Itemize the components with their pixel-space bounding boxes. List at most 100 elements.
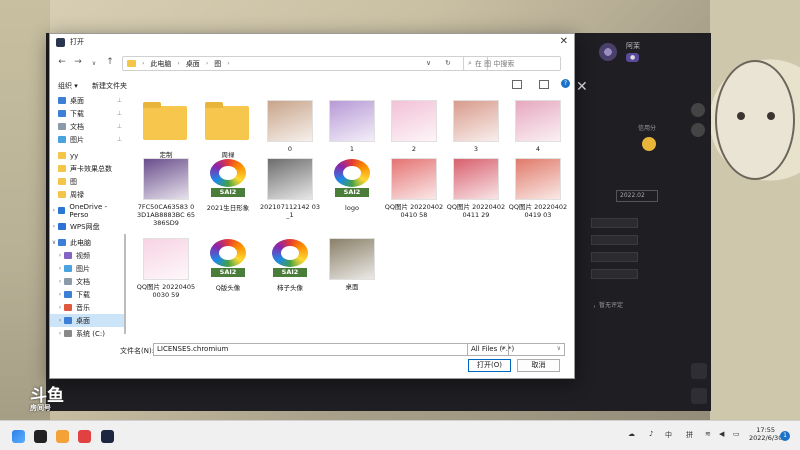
file-item[interactable]: 1 bbox=[322, 100, 382, 153]
date-dropdown[interactable]: 2022.02 bbox=[616, 190, 658, 202]
sidebar-item[interactable]: › 视频 bbox=[50, 249, 126, 262]
refresh-icon[interactable] bbox=[691, 363, 707, 379]
chevron-icon[interactable]: › bbox=[56, 304, 64, 311]
chevron-icon[interactable]: › bbox=[56, 278, 64, 285]
sidebar-item[interactable]: 周禄 bbox=[50, 188, 126, 201]
chat-icon[interactable] bbox=[691, 388, 707, 404]
chevron-icon[interactable]: › bbox=[56, 291, 64, 298]
forward-arrow-icon[interactable]: → bbox=[72, 57, 84, 67]
address-bar[interactable]: › 此电脑 › 桌面 › 图 › ∨ ↻ bbox=[122, 56, 488, 71]
file-item[interactable]: 2 bbox=[384, 100, 444, 153]
chevron-icon[interactable]: › bbox=[50, 207, 58, 214]
new-folder-button[interactable]: 新建文件夹 bbox=[92, 81, 127, 91]
user-avatar[interactable] bbox=[599, 43, 617, 61]
sidebar-item[interactable]: 下载 ⊥ bbox=[50, 107, 126, 120]
search-input[interactable]: ⌕ 在 图 中搜索 bbox=[463, 56, 561, 71]
dialog-titlebar[interactable]: 打开 ✕ bbox=[50, 34, 574, 50]
taskbar-app-icon[interactable] bbox=[78, 430, 91, 443]
breadcrumb-item[interactable]: 桌面 bbox=[186, 59, 200, 69]
scrollbar[interactable] bbox=[124, 234, 126, 334]
image-thumbnail bbox=[515, 158, 561, 200]
side-app-icon[interactable] bbox=[691, 123, 705, 137]
sidebar-item[interactable]: 桌面 ⊥ bbox=[50, 94, 126, 107]
sidebar-item[interactable]: 声卡效果总数 bbox=[50, 162, 126, 175]
back-arrow-icon[interactable]: ← bbox=[56, 57, 68, 67]
help-icon[interactable]: ? bbox=[561, 79, 570, 88]
start-menu-icon[interactable] bbox=[12, 430, 25, 443]
sidebar-item[interactable]: › OneDrive - Perso bbox=[50, 202, 126, 219]
filename-input[interactable]: LICENSES.chromium ∨ bbox=[153, 343, 509, 356]
organize-menu[interactable]: 组织 ▾ bbox=[58, 81, 78, 91]
sidebar-item[interactable]: ∨ 此电脑 bbox=[50, 236, 126, 249]
file-item[interactable]: 7FC50CA63583 03D1AB8883BC 65386SD9 bbox=[136, 158, 196, 227]
preview-pane-icon[interactable] bbox=[539, 80, 549, 89]
file-item[interactable]: 4 bbox=[508, 100, 568, 153]
sidebar-item[interactable]: › 文档 bbox=[50, 275, 126, 288]
file-item[interactable]: 0 bbox=[260, 100, 320, 153]
chevron-icon[interactable]: › bbox=[56, 317, 64, 324]
command-bar: 组织 ▾ 新建文件夹 ? bbox=[50, 78, 574, 92]
notification-badge[interactable]: 1 bbox=[780, 431, 790, 441]
sidebar-item[interactable]: › 下载 bbox=[50, 288, 126, 301]
view-options-icon[interactable] bbox=[512, 80, 522, 89]
microphone-icon[interactable]: ♪ bbox=[649, 430, 653, 438]
file-item[interactable]: SAI2 柿子头像 bbox=[260, 238, 320, 292]
sidebar-item[interactable]: › 图片 bbox=[50, 262, 126, 275]
chevron-down-icon[interactable]: ∨ bbox=[426, 59, 431, 67]
file-item[interactable]: QQ图片 202204020419 03 bbox=[508, 158, 568, 219]
side-app-icon[interactable] bbox=[691, 103, 705, 117]
sidebar-item[interactable]: › WPS网盘 bbox=[50, 220, 126, 233]
filetype-select[interactable]: All Files (*.*) ∨ bbox=[467, 343, 565, 356]
sidebar-item[interactable]: › 音乐 bbox=[50, 301, 126, 314]
clock[interactable]: 17:55 2022/6/30 bbox=[749, 426, 782, 442]
file-name: QQ图片 202204050030 59 bbox=[136, 283, 196, 299]
cloud-icon[interactable]: ☁ bbox=[628, 430, 635, 438]
ime-mode[interactable]: 拼 bbox=[686, 430, 693, 440]
volume-icon[interactable]: ◀ bbox=[719, 430, 724, 438]
file-item[interactable]: QQ图片 202204050030 59 bbox=[136, 238, 196, 299]
close-icon[interactable]: ✕ bbox=[576, 79, 588, 95]
file-item[interactable]: SAI2 2021生日形象 bbox=[198, 158, 258, 212]
file-item[interactable]: 202107112142 03_1 bbox=[260, 158, 320, 219]
file-item[interactable]: QQ图片 202204020411 29 bbox=[446, 158, 506, 219]
sai-logo-label: SAI2 bbox=[211, 188, 245, 197]
chevron-down-icon[interactable]: ∨ bbox=[88, 60, 100, 67]
chevron-icon[interactable]: › bbox=[56, 330, 64, 337]
chevron-icon[interactable]: › bbox=[56, 265, 64, 272]
chevron-down-icon[interactable]: ∨ bbox=[557, 345, 561, 352]
folder-icon bbox=[58, 123, 66, 130]
sidebar-item-label: OneDrive - Perso bbox=[69, 202, 108, 219]
file-item[interactable]: QQ图片 202204020410 58 bbox=[384, 158, 444, 219]
refresh-icon[interactable]: ↻ bbox=[445, 59, 451, 67]
sidebar-item[interactable]: 图片 ⊥ bbox=[50, 133, 126, 146]
navigation-pane: 桌面 ⊥ 下载 ⊥ 文档 ⊥ 图片 ⊥ yy 声卡效果总数图周禄 › OneDrive - Perso… bbox=[50, 94, 126, 344]
sidebar-item[interactable]: › 桌面 bbox=[50, 314, 126, 327]
chevron-icon[interactable]: ∨ bbox=[50, 239, 58, 246]
sidebar-item[interactable]: yy bbox=[50, 149, 126, 162]
file-item[interactable]: SAI2 logo bbox=[322, 158, 382, 212]
breadcrumb-item[interactable]: 图 bbox=[214, 59, 221, 69]
open-button[interactable]: 打开(O) bbox=[468, 359, 511, 372]
battery-icon[interactable]: ▭ bbox=[733, 430, 740, 438]
file-item[interactable]: SAI2 Q版头像 bbox=[198, 238, 258, 292]
chevron-icon[interactable]: › bbox=[50, 223, 58, 230]
taskbar-app-icon[interactable] bbox=[56, 430, 69, 443]
file-item[interactable]: 3 bbox=[446, 100, 506, 153]
sidebar-item[interactable]: 图 bbox=[50, 175, 126, 188]
file-item[interactable]: 桌面 bbox=[322, 238, 382, 291]
breadcrumb-item[interactable]: 此电脑 bbox=[150, 59, 171, 69]
close-icon[interactable]: ✕ bbox=[560, 36, 568, 47]
sidebar-item-label: WPS网盘 bbox=[70, 222, 100, 231]
folder-item[interactable]: 定制 bbox=[136, 100, 196, 159]
taskbar-app-icon[interactable] bbox=[101, 430, 114, 443]
up-arrow-icon[interactable]: ↑ bbox=[104, 57, 116, 67]
input-mode[interactable]: 中 bbox=[665, 430, 672, 440]
cancel-button[interactable]: 取消 bbox=[517, 359, 560, 372]
chevron-icon[interactable]: › bbox=[56, 252, 64, 259]
folder-icon bbox=[58, 239, 66, 246]
taskbar-app-icon[interactable] bbox=[34, 430, 47, 443]
sidebar-item[interactable]: 文档 ⊥ bbox=[50, 120, 126, 133]
sidebar-item[interactable]: › 系统 (C:) bbox=[50, 327, 126, 340]
folder-item[interactable]: 周禄 bbox=[198, 100, 258, 159]
wifi-icon[interactable]: ≋ bbox=[705, 430, 711, 438]
